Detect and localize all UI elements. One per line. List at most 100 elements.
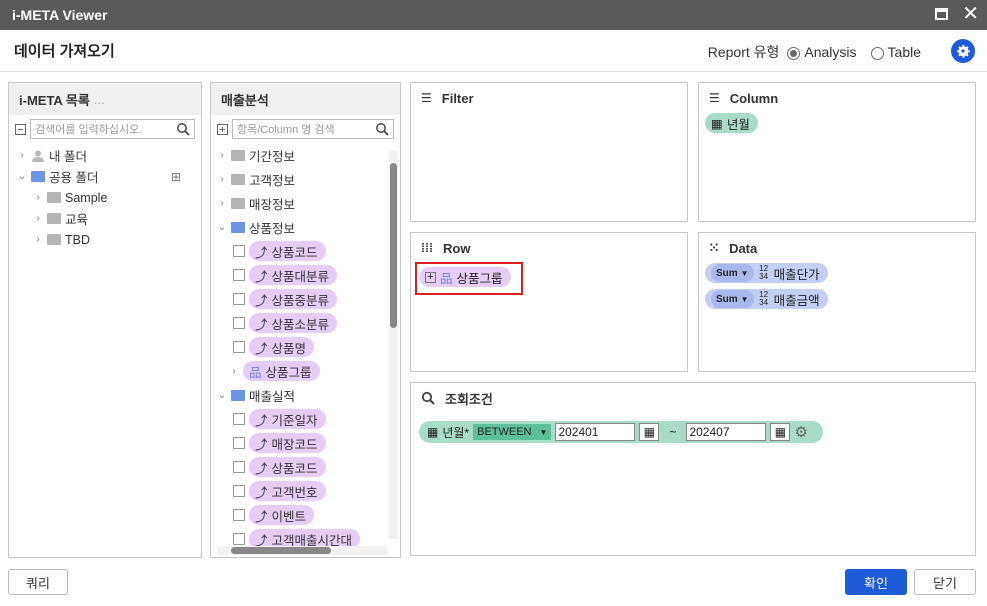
operator-dropdown[interactable]: BETWEEN ▼ <box>473 424 552 440</box>
list-item[interactable]: ⤴ 상품소분류 <box>217 311 400 335</box>
chevron-right-icon: › <box>36 213 40 224</box>
expand-all-icon[interactable] <box>217 123 228 135</box>
condition-settings-icon[interactable]: ⚙ <box>794 423 807 441</box>
data-field-pill[interactable]: Sum ▼ 12 34 매출단가 <box>705 263 828 283</box>
row-drop-zone[interactable]: ⁞⁞⁞ Row + 品 상품그룹 <box>410 232 688 372</box>
number-icon: 12 34 <box>759 290 769 307</box>
dialog-header: 데이터 가져오기 Report 유형 Analysis Table <box>0 30 987 72</box>
tree-group-store[interactable]: › 매장정보 <box>217 191 400 215</box>
data-field-pill[interactable]: Sum ▼ 12 34 매출금액 <box>705 289 828 309</box>
list-item[interactable]: ⤴ 이벤트 <box>217 503 400 527</box>
search-icon[interactable] <box>375 122 389 136</box>
folder-icon <box>231 389 245 401</box>
settings-button[interactable] <box>951 39 975 63</box>
tree-item-public-folder[interactable]: ⌄ 공용 폴더 ⊞ <box>17 166 201 187</box>
number-icon: 12 34 <box>759 264 769 281</box>
dimension-icon: ⤴ <box>255 293 268 308</box>
chevron-right-icon: › <box>220 149 224 161</box>
collapse-all-icon[interactable] <box>15 123 26 135</box>
tree-group-sales[interactable]: ⌄ 매출실적 <box>217 383 400 407</box>
checkbox[interactable] <box>233 317 245 329</box>
radio-selected-icon <box>787 46 801 60</box>
chevron-right-icon: › <box>20 150 24 161</box>
calendar-icon: ▦ <box>427 425 439 439</box>
page-title: 데이터 가져오기 <box>14 43 115 60</box>
chevron-down-icon: ⌄ <box>17 171 27 182</box>
condition-zone: 조회조건 ▦ 년월* BETWEEN ▼ 202401 ▦ ~ 202407 ▦ … <box>410 382 976 556</box>
vertical-scrollbar[interactable] <box>389 151 398 539</box>
radio-unselected-icon <box>870 46 884 60</box>
horizontal-scrollbar[interactable] <box>217 546 387 555</box>
filter-icon: ☰ <box>421 91 432 105</box>
chevron-right-icon: › <box>220 197 224 209</box>
list-item[interactable]: ⤴ 상품대분류 <box>217 263 400 287</box>
close-icon[interactable]: ✕ <box>962 4 979 24</box>
condition-field-label: 년월* <box>442 425 470 440</box>
data-drop-zone[interactable]: ⁙ Data Sum ▼ 12 34 매출단가 Sum ▼ 12 34 매출금액 <box>698 232 976 372</box>
add-icon[interactable]: ⊞ <box>171 170 181 184</box>
dimension-icon: ⤴ <box>255 269 268 284</box>
list-item[interactable]: ⤴ 매장코드 <box>217 431 400 455</box>
checkbox[interactable] <box>233 293 245 305</box>
folder-icon <box>47 213 61 224</box>
meta-list-header: i-META 목록... <box>9 83 201 115</box>
dimension-icon: ⤴ <box>255 341 268 356</box>
report-type-label: Report 유형 <box>707 44 780 60</box>
folder-icon <box>231 197 245 209</box>
calendar-picker-icon[interactable]: ▦ <box>639 423 660 441</box>
tree-item-my-folder[interactable]: › 내 폴더 <box>17 145 201 166</box>
list-item[interactable]: ⤴ 고객번호 <box>217 479 400 503</box>
radio-analysis[interactable]: Analysis <box>787 44 857 60</box>
list-item[interactable]: ⤴ 상품코드 <box>217 239 400 263</box>
meta-search-input[interactable]: 검색어를 입력하십시오. <box>30 119 195 139</box>
row-field-pill[interactable]: + 品 상품그룹 <box>419 267 511 287</box>
column-drop-zone[interactable]: ☰ Column ▦ 년월 <box>698 82 976 222</box>
column-field-pill[interactable]: ▦ 년월 <box>705 113 758 133</box>
tree-item-sample[interactable]: › Sample <box>17 187 201 208</box>
tree-group-product[interactable]: ⌄ 상품정보 <box>217 215 400 239</box>
checkbox[interactable] <box>233 269 245 281</box>
list-item[interactable]: ⤴ 상품명 <box>217 335 400 359</box>
to-date-input[interactable]: 202407 <box>686 423 767 441</box>
tree-group-customer[interactable]: › 고객정보 <box>217 167 400 191</box>
checkbox[interactable] <box>233 245 245 257</box>
query-button[interactable]: 쿼리 <box>8 569 68 595</box>
hierarchy-icon: 品 <box>440 271 453 286</box>
checkbox[interactable] <box>233 437 245 449</box>
list-item[interactable]: ⤴ 기준일자 <box>217 407 400 431</box>
hierarchy-icon: 品 <box>249 365 262 380</box>
list-item[interactable]: ⤴ 상품코드 <box>217 455 400 479</box>
maximize-icon[interactable] <box>935 8 949 20</box>
folder-icon <box>31 171 45 182</box>
tree-item-tbd[interactable]: › TBD <box>17 229 201 250</box>
chevron-down-icon: ⌄ <box>217 389 227 401</box>
person-icon <box>32 150 44 162</box>
dimension-icon: ⤴ <box>255 245 268 260</box>
from-date-input[interactable]: 202401 <box>555 423 636 441</box>
checkbox[interactable] <box>233 533 245 545</box>
dimension-icon: ⤴ <box>255 317 268 332</box>
calendar-picker-icon[interactable]: ▦ <box>770 423 791 441</box>
list-item[interactable]: ⤴ 상품중분류 <box>217 287 400 311</box>
checkbox[interactable] <box>233 341 245 353</box>
window-title: i-META Viewer <box>12 7 108 23</box>
checkbox[interactable] <box>233 509 245 521</box>
search-icon[interactable] <box>176 122 190 136</box>
tree-item-education[interactable]: › 교육 <box>17 208 201 229</box>
chevron-right-icon: › <box>36 192 40 203</box>
aggregation-dropdown[interactable]: Sum ▼ <box>711 264 754 282</box>
column-search-input[interactable]: 항목/Column 명 검색 <box>232 119 394 139</box>
list-item-group[interactable]: › 品 상품그룹 <box>217 359 400 383</box>
range-separator: ~ <box>669 425 677 439</box>
columns-icon: ⁞⁞⁞ <box>421 241 433 255</box>
ok-button[interactable]: 확인 <box>845 569 907 595</box>
checkbox[interactable] <box>233 461 245 473</box>
tree-group-period[interactable]: › 기간정보 <box>217 143 400 167</box>
dimension-icon: ⤴ <box>255 509 268 524</box>
aggregation-dropdown[interactable]: Sum ▼ <box>711 290 754 308</box>
checkbox[interactable] <box>233 413 245 425</box>
checkbox[interactable] <box>233 485 245 497</box>
radio-table[interactable]: Table <box>870 44 921 60</box>
close-button[interactable]: 닫기 <box>914 569 976 595</box>
filter-drop-zone[interactable]: ☰ Filter <box>410 82 688 222</box>
